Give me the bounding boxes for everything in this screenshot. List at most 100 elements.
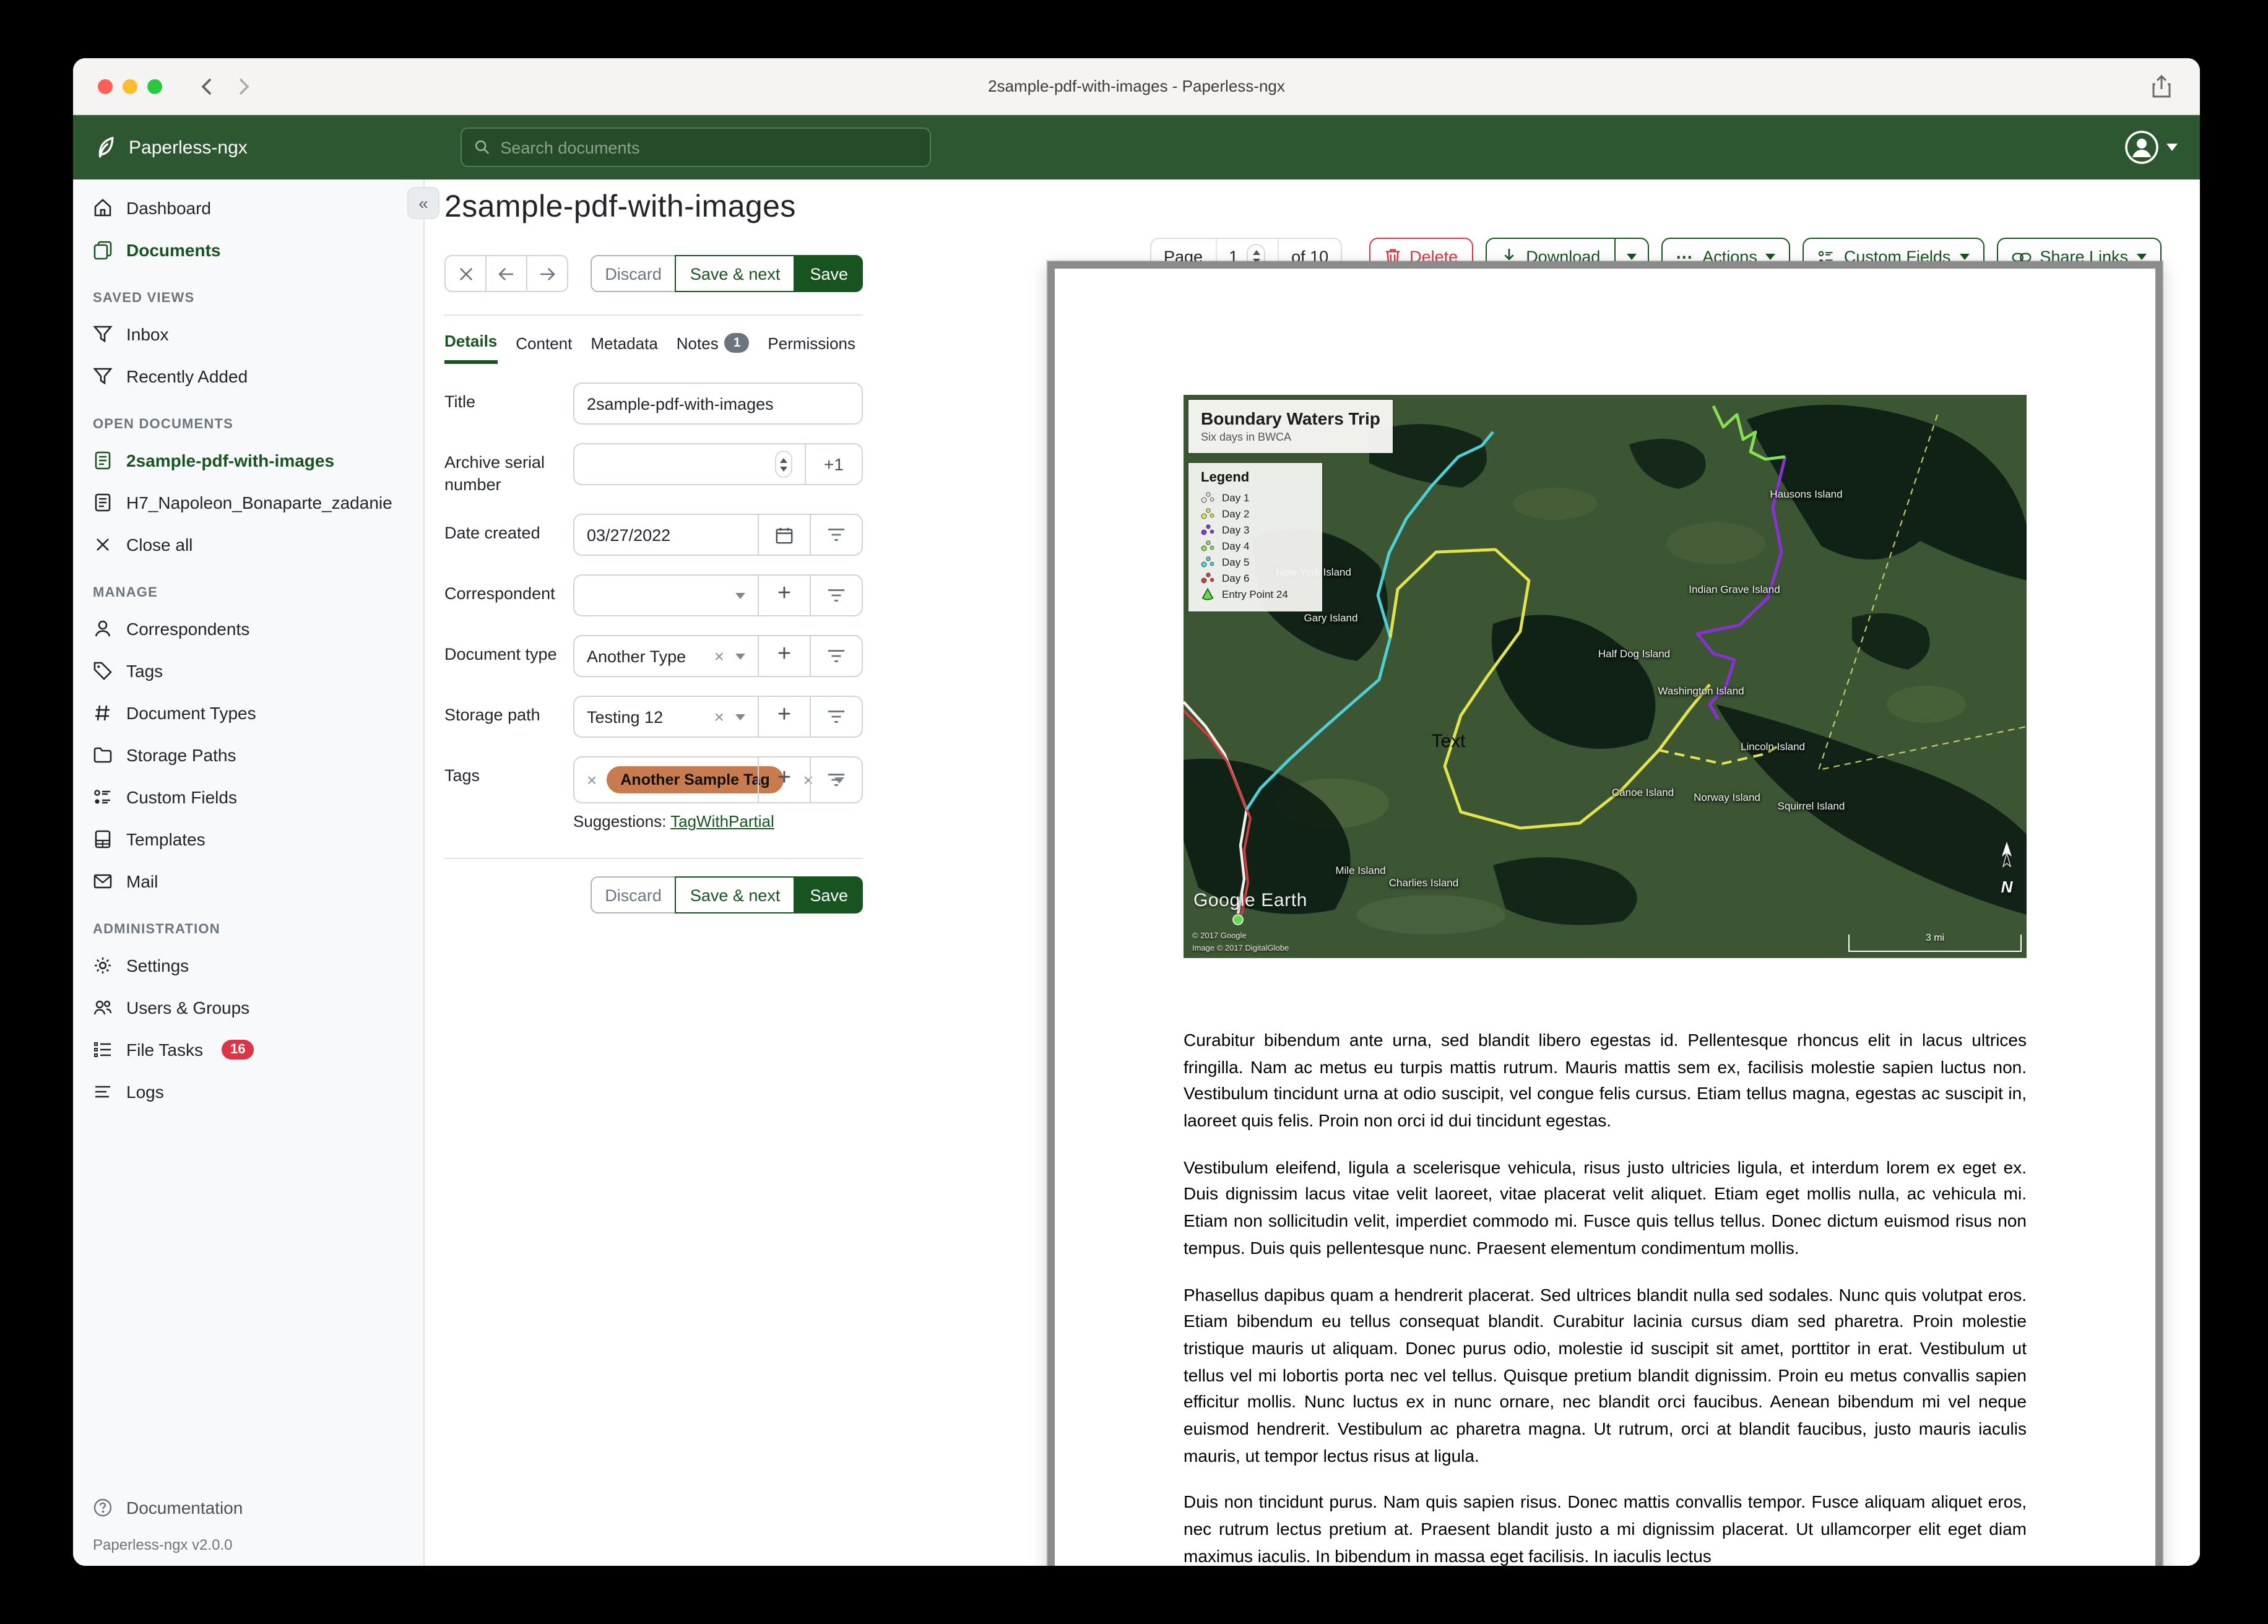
sidebar-item-logs[interactable]: Logs [73,1071,423,1113]
tab-notes[interactable]: Notes 1 [677,332,750,364]
map-subtitle: Six days in BWCA [1201,431,1292,443]
close-icon [459,267,472,280]
map-label: Gary Island [1304,611,1358,624]
person-icon [95,620,111,637]
zoom-window-button[interactable] [147,79,162,93]
tags-filter-button[interactable] [810,758,862,803]
correspondent-filter-button[interactable] [810,576,862,616]
storage-path-select[interactable]: Testing 12 × [574,697,758,736]
scale-label: 3 mi [1925,932,1945,943]
app-version: Paperless-ngx v2.0.0 [93,1536,233,1553]
share-icon[interactable] [2150,74,2173,99]
search-input[interactable] [500,138,917,157]
arrow-left-icon [498,267,513,280]
sidebar-item-tags[interactable]: Tags [73,650,423,692]
add-document-type-button[interactable]: + [758,636,810,676]
date-created-input[interactable] [587,525,745,545]
sidebar-collapse-button[interactable]: « [407,187,439,219]
calendar-button[interactable] [758,515,810,555]
arrow-right-icon [540,267,555,280]
paragraph: Phasellus dapibus quam a hendrerit place… [1184,1284,2027,1466]
tab-metadata[interactable]: Metadata [591,332,657,364]
clear-icon[interactable]: × [714,647,724,665]
sidebar-item-settings[interactable]: Settings [73,944,423,987]
clear-icon[interactable]: × [714,708,724,725]
sidebar-item-users-groups[interactable]: Users & Groups [73,987,423,1029]
correspondent-select[interactable] [574,576,758,615]
document-type-filter-button[interactable] [810,636,862,676]
notes-count-badge: 1 [724,333,750,353]
sidebar-item-open-doc-2[interactable]: H7_Napoleon_Bonaparte_zadanie [73,482,423,524]
document-type-label: Document type [444,645,557,664]
sidebar-item-inbox[interactable]: Inbox [73,313,423,355]
previous-document-button[interactable] [485,255,527,292]
north-arrow: N [1997,842,2017,896]
forward-icon[interactable] [236,76,251,96]
document-text: Curabitur bibendum ante urna, sed blandi… [1184,1027,2027,1566]
trail-dots-icon [1201,524,1214,535]
north-arrow-icon [2002,842,2012,868]
chevron-down-icon [1765,254,1776,260]
search-box[interactable] [461,127,931,167]
sidebar-item-storage-paths[interactable]: Storage Paths [73,734,423,776]
sidebar-item-recently-added[interactable]: Recently Added [73,355,423,397]
tab-details[interactable]: Details [444,332,498,364]
add-tag-button[interactable]: + [758,758,810,803]
sidebar-item-custom-fields[interactable]: Custom Fields [73,776,423,818]
sidebar-item-open-doc-1[interactable]: 2sample-pdf-with-images [73,439,423,482]
discard-button[interactable]: Discard [590,255,677,292]
suggestion-link[interactable]: TagWithPartial [670,812,774,831]
trail-dots-icon [1201,572,1214,583]
discard-button-bottom[interactable]: Discard [590,876,677,914]
chevron-down-icon [2166,144,2178,151]
custom-fields-icon [94,790,110,804]
save-and-next-button-bottom[interactable]: Save & next [675,876,795,914]
map-title: Boundary Waters Trip [1201,408,1380,428]
tab-permissions[interactable]: Permissions [768,332,855,364]
save-button-bottom[interactable]: Save [795,876,863,914]
remove-tag-icon[interactable]: × [587,771,597,788]
date-filter-button[interactable] [810,515,862,555]
mail-icon [93,874,112,889]
title-input[interactable] [587,394,849,413]
next-document-button[interactable] [526,255,568,292]
close-window-button[interactable] [98,79,113,93]
divider [444,314,863,316]
close-document-button[interactable] [444,255,487,292]
pdf-preview[interactable]: Hausons Island New York Island Gary Isla… [1047,261,2163,1566]
back-icon[interactable] [199,76,214,96]
tag-chip[interactable]: Another Sample Tag [607,766,784,794]
chevron-down-icon [1626,254,1637,260]
map-label: Mile Island [1335,864,1386,876]
save-and-next-button[interactable]: Save & next [675,255,795,292]
app-brand[interactable]: Paperless-ngx [93,135,248,160]
sidebar-item-dashboard[interactable]: Dashboard [73,187,423,229]
asn-input[interactable] [587,455,776,473]
document-type-select[interactable]: Another Type × [574,636,758,676]
divider [444,858,863,860]
map-label: Charlies Island [1388,876,1459,889]
sidebar-item-mail[interactable]: Mail [73,860,423,902]
tag-icon [93,662,112,680]
sidebar-item-templates[interactable]: Templates [73,818,423,860]
minimize-window-button[interactable] [123,79,137,93]
sidebar-item-document-types[interactable]: Document Types [73,692,423,734]
task-list-icon [94,1042,111,1057]
sidebar-item-close-all[interactable]: Close all [73,524,423,566]
calendar-icon [776,527,793,543]
save-button[interactable]: Save [795,255,863,292]
add-correspondent-button[interactable]: + [758,576,810,616]
user-menu[interactable] [2124,130,2178,165]
sidebar-item-documents[interactable]: Documents [73,229,423,271]
sidebar-item-file-tasks[interactable]: File Tasks 16 [73,1029,423,1071]
storage-path-filter-button[interactable] [810,697,862,737]
file-tasks-badge: 16 [221,1040,254,1060]
tab-content[interactable]: Content [516,332,572,364]
asn-stepper[interactable] [775,451,792,478]
sidebar-item-documentation[interactable]: Documentation [73,1487,423,1529]
sidebar-item-correspondents[interactable]: Correspondents [73,608,423,650]
add-storage-path-button[interactable]: + [758,697,810,737]
asn-increment-button[interactable]: +1 [805,444,862,484]
paragraph: Curabitur bibendum ante urna, sed blandi… [1184,1030,2027,1131]
tags-select[interactable]: × Another Sample Tag × [574,758,844,802]
